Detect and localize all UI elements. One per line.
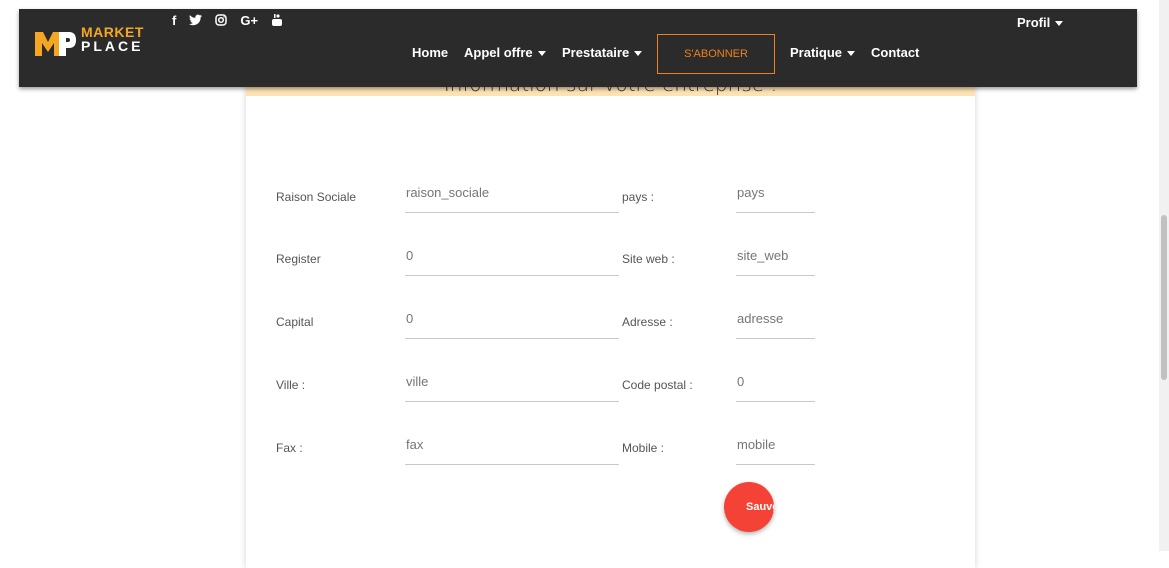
- pays-value: pays: [737, 185, 765, 200]
- adresse-input[interactable]: adresse: [736, 307, 815, 339]
- ville-value: ville: [406, 374, 429, 389]
- social-links: f G+: [172, 10, 283, 32]
- fax-value: fax: [406, 437, 424, 452]
- label-ville: Ville :: [276, 378, 306, 392]
- nav-appel-offre[interactable]: Appel offre: [464, 43, 546, 63]
- chevron-down-icon: [634, 51, 643, 57]
- scrollbar-thumb[interactable]: [1161, 215, 1167, 380]
- save-button[interactable]: Sauvgarder: [724, 482, 774, 532]
- register-value: 0: [406, 248, 414, 263]
- label-capital: Capital: [276, 315, 314, 329]
- capital-value: 0: [406, 311, 414, 326]
- label-fax: Fax :: [276, 441, 303, 455]
- google-plus-icon[interactable]: G+: [240, 10, 258, 32]
- chevron-down-icon: [847, 51, 856, 57]
- mobile-value: mobile: [737, 437, 776, 452]
- capital-input[interactable]: 0: [405, 307, 619, 339]
- logo-line-2: PLACE: [81, 38, 144, 54]
- label-pays: pays :: [622, 190, 655, 204]
- label-mobile: Mobile :: [622, 441, 665, 455]
- instagram-icon[interactable]: [215, 10, 228, 32]
- nav-home[interactable]: Home: [412, 43, 448, 63]
- raison-sociale-value: raison_sociale: [406, 185, 490, 200]
- nav-contact[interactable]: Contact: [871, 43, 919, 63]
- label-adresse: Adresse :: [622, 315, 673, 329]
- fax-input[interactable]: fax: [405, 433, 619, 465]
- nav-pratique[interactable]: Pratique: [790, 43, 856, 63]
- code-postal-input[interactable]: 0: [736, 370, 815, 402]
- label-raison-sociale: Raison Sociale: [276, 190, 357, 204]
- profile-menu[interactable]: Profil: [1017, 13, 1064, 33]
- site-web-input[interactable]: site_web: [736, 244, 815, 276]
- site-web-value: site_web: [737, 248, 789, 263]
- chevron-down-icon: [1055, 21, 1064, 27]
- twitter-icon[interactable]: [189, 10, 203, 32]
- pays-input[interactable]: pays: [736, 181, 815, 213]
- youtube-icon[interactable]: [271, 10, 283, 32]
- ville-input[interactable]: ville: [405, 370, 619, 402]
- label-site-web: Site web :: [622, 252, 675, 266]
- label-register: Register: [276, 252, 321, 266]
- top-navbar: MARKET PLACE f G+ Home Appel offre Prest…: [19, 9, 1137, 87]
- nav-appel-offre-label: Appel offre: [464, 45, 533, 60]
- page-scrollbar[interactable]: [1159, 0, 1169, 551]
- logo-text: MARKET PLACE: [81, 25, 144, 53]
- register-input[interactable]: 0: [405, 244, 619, 276]
- mobile-input[interactable]: mobile: [736, 433, 815, 465]
- nav-prestataire[interactable]: Prestataire: [562, 43, 643, 63]
- mp-logo-icon: [35, 32, 76, 56]
- code-postal-value: 0: [737, 374, 745, 389]
- nav-pratique-label: Pratique: [790, 45, 843, 60]
- raison-sociale-input[interactable]: raison_sociale: [405, 181, 619, 213]
- label-code-postal: Code postal :: [622, 378, 693, 392]
- adresse-value: adresse: [737, 311, 784, 326]
- nav-prestataire-label: Prestataire: [562, 45, 630, 60]
- logo[interactable]: MARKET PLACE: [33, 25, 153, 61]
- logo-line-1: MARKET: [81, 24, 144, 40]
- profile-label: Profil: [1017, 15, 1051, 30]
- chevron-down-icon: [537, 51, 546, 57]
- facebook-icon[interactable]: f: [172, 10, 176, 32]
- subscribe-button[interactable]: S'ABONNER: [657, 34, 775, 74]
